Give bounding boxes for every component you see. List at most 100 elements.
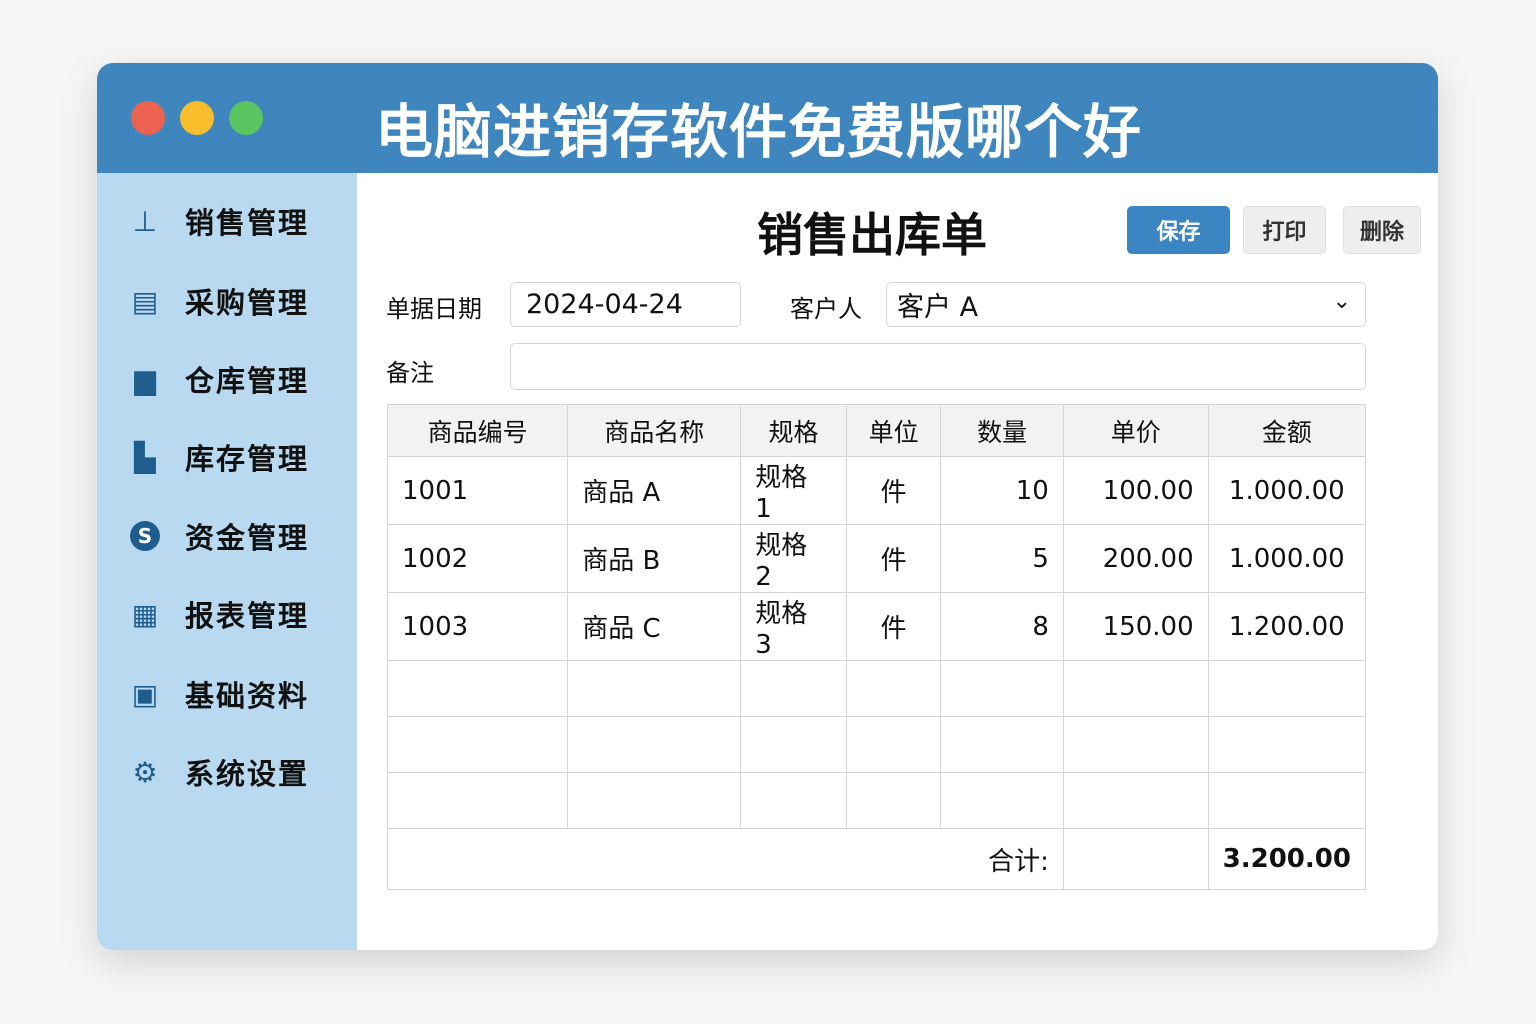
table-cell[interactable] [940, 660, 1064, 717]
window-title: 电脑进销存软件免费版哪个好 [375, 98, 1143, 166]
app-window: 电脑进销存软件免费版哪个好 ⊥ 销售管理 ▤ 采购管理 ▆ 仓库管理 ▙ 库存管理 S资… [97, 63, 1438, 950]
sidebar-item-label: 库存管理 [185, 442, 310, 476]
table-cell[interactable] [740, 772, 847, 829]
column-header: 数量 [940, 404, 1064, 457]
table-cell[interactable]: 规格 3 [740, 592, 847, 661]
money-icon: S [129, 520, 161, 552]
sidebar-item-label: 报表管理 [185, 599, 310, 633]
save-button[interactable]: 保存 [1127, 206, 1230, 254]
table-cell[interactable] [1207, 716, 1367, 773]
warehouse-icon: ▆ [134, 362, 156, 396]
sidebar-item-settings[interactable]: ⚙ 系统设置 [129, 752, 309, 792]
date-label: 单据日期 [386, 295, 482, 323]
table-cell[interactable]: 商品 C [567, 592, 742, 661]
customer-value: 客户 A [897, 292, 979, 323]
table-cell[interactable]: 1.200.00 [1207, 592, 1367, 661]
sidebar-item-purchase[interactable]: ▤ 采购管理 [129, 281, 309, 321]
sidebar-item-label: 仓库管理 [185, 364, 310, 398]
sidebar-item-warehouse[interactable]: ▆ 仓库管理 [129, 359, 309, 399]
table-cell[interactable] [1207, 660, 1367, 717]
sidebar-item-money[interactable]: S 资金管理 [129, 516, 309, 556]
customer-label: 客户人 [790, 295, 862, 323]
table-cell[interactable]: 规格 1 [740, 456, 847, 525]
sidebar-item-label: 采购管理 [185, 286, 310, 320]
table-cell[interactable]: 8 [940, 592, 1064, 661]
table-cell[interactable]: 件 [845, 456, 942, 525]
maximize-button[interactable] [229, 101, 263, 135]
column-header: 商品编号 [386, 404, 569, 457]
table-cell[interactable] [386, 660, 569, 717]
minimize-button[interactable] [180, 101, 214, 135]
table-cell[interactable] [567, 716, 742, 773]
table-cell[interactable]: 规格 2 [740, 524, 847, 593]
table-cell[interactable]: 1001 [386, 456, 569, 525]
table-row[interactable]: 1002 商品 B 规格 2 件 5 200.00 1.000.00 [386, 524, 1367, 593]
table-cell[interactable]: 5 [940, 524, 1064, 593]
close-button[interactable] [131, 101, 165, 135]
table-cell[interactable]: 件 [845, 592, 942, 661]
contact-icon: ▣ [131, 677, 159, 711]
sidebar-item-report[interactable]: ▦ 报表管理 [129, 594, 309, 634]
table-cell[interactable] [845, 716, 942, 773]
table-cell[interactable] [1062, 660, 1209, 717]
column-header: 商品名称 [567, 404, 742, 457]
table-cell[interactable] [845, 660, 942, 717]
chevron-down-icon: ⌄ [1332, 289, 1351, 314]
title-bar: 电脑进销存软件免费版哪个好 [97, 63, 1438, 173]
table-cell[interactable]: 1003 [386, 592, 569, 661]
table-cell[interactable] [940, 772, 1064, 829]
sidebar-item-label: 销售管理 [185, 206, 310, 240]
items-table: 商品编号 商品名称 规格 单位 数量 单价 金额 1001 商品 A 规格 1 件 10 100.00… [386, 404, 1367, 890]
column-header: 单位 [845, 404, 942, 457]
total-value: 3.200.00 [1207, 828, 1367, 890]
table-cell[interactable] [940, 716, 1064, 773]
table-cell[interactable] [1062, 716, 1209, 773]
sidebar-item-sales[interactable]: ⊥ 销售管理 [129, 201, 309, 241]
table-row[interactable] [386, 660, 1367, 717]
sidebar-item-inventory[interactable]: ▙ 库存管理 [129, 437, 309, 477]
table-cell[interactable] [1207, 772, 1367, 829]
total-label: 合计: [387, 828, 1064, 890]
note-input[interactable] [510, 343, 1366, 390]
sidebar-item-label: 基础资料 [185, 679, 310, 713]
date-input[interactable]: 2024-04-24 [510, 282, 741, 327]
page-title: 销售出库单 [757, 208, 987, 262]
table-cell[interactable] [386, 772, 569, 829]
table-cell[interactable]: 件 [845, 524, 942, 593]
table-cell[interactable] [567, 660, 742, 717]
table-cell[interactable]: 商品 B [567, 524, 742, 593]
table-cell[interactable]: 10 [940, 456, 1064, 525]
table-cell[interactable]: 200.00 [1062, 524, 1209, 593]
table-cell[interactable]: 商品 A [567, 456, 742, 525]
table-cell[interactable]: 1002 [386, 524, 569, 593]
customer-select[interactable]: 客户 A ⌄ [886, 282, 1366, 327]
total-row: 合计: 3.200.00 [387, 828, 1367, 890]
table-row[interactable]: 1001 商品 A 规格 1 件 10 100.00 1.000.00 [386, 456, 1367, 525]
column-header: 金额 [1207, 404, 1367, 457]
sales-icon: ⊥ [132, 204, 158, 238]
table-cell[interactable] [1062, 772, 1209, 829]
report-icon: ▦ [131, 597, 159, 631]
table-cell[interactable] [567, 772, 742, 829]
main-content: 销售出库单 保存 打印 删除 单据日期 2024-04-24 客户人 客户 A ⌄… [357, 173, 1438, 950]
sidebar: ⊥ 销售管理 ▤ 采购管理 ▆ 仓库管理 ▙ 库存管理 S 资金管理 ▦ 报表管理 ▣ 基础资… [97, 173, 357, 950]
table-cell[interactable]: 100.00 [1062, 456, 1209, 525]
column-header: 单价 [1062, 404, 1209, 457]
table-cell[interactable] [740, 660, 847, 717]
table-row[interactable] [386, 716, 1367, 773]
sidebar-item-basic-data[interactable]: ▣ 基础资料 [129, 674, 309, 714]
table-cell[interactable]: 1.000.00 [1207, 524, 1367, 593]
delete-button[interactable]: 删除 [1343, 206, 1421, 254]
table-cell[interactable]: 1.000.00 [1207, 456, 1367, 525]
table-cell[interactable]: 150.00 [1062, 592, 1209, 661]
sidebar-item-label: 系统设置 [185, 757, 310, 791]
table-row[interactable]: 1003 商品 C 规格 3 件 8 150.00 1.200.00 [386, 592, 1367, 661]
purchase-icon: ▤ [131, 284, 159, 318]
table-row[interactable] [386, 772, 1367, 829]
table-cell[interactable] [740, 716, 847, 773]
print-button[interactable]: 打印 [1243, 206, 1326, 254]
sidebar-item-label: 资金管理 [185, 521, 310, 555]
column-header: 规格 [740, 404, 847, 457]
table-cell[interactable] [845, 772, 942, 829]
table-cell[interactable] [386, 716, 569, 773]
